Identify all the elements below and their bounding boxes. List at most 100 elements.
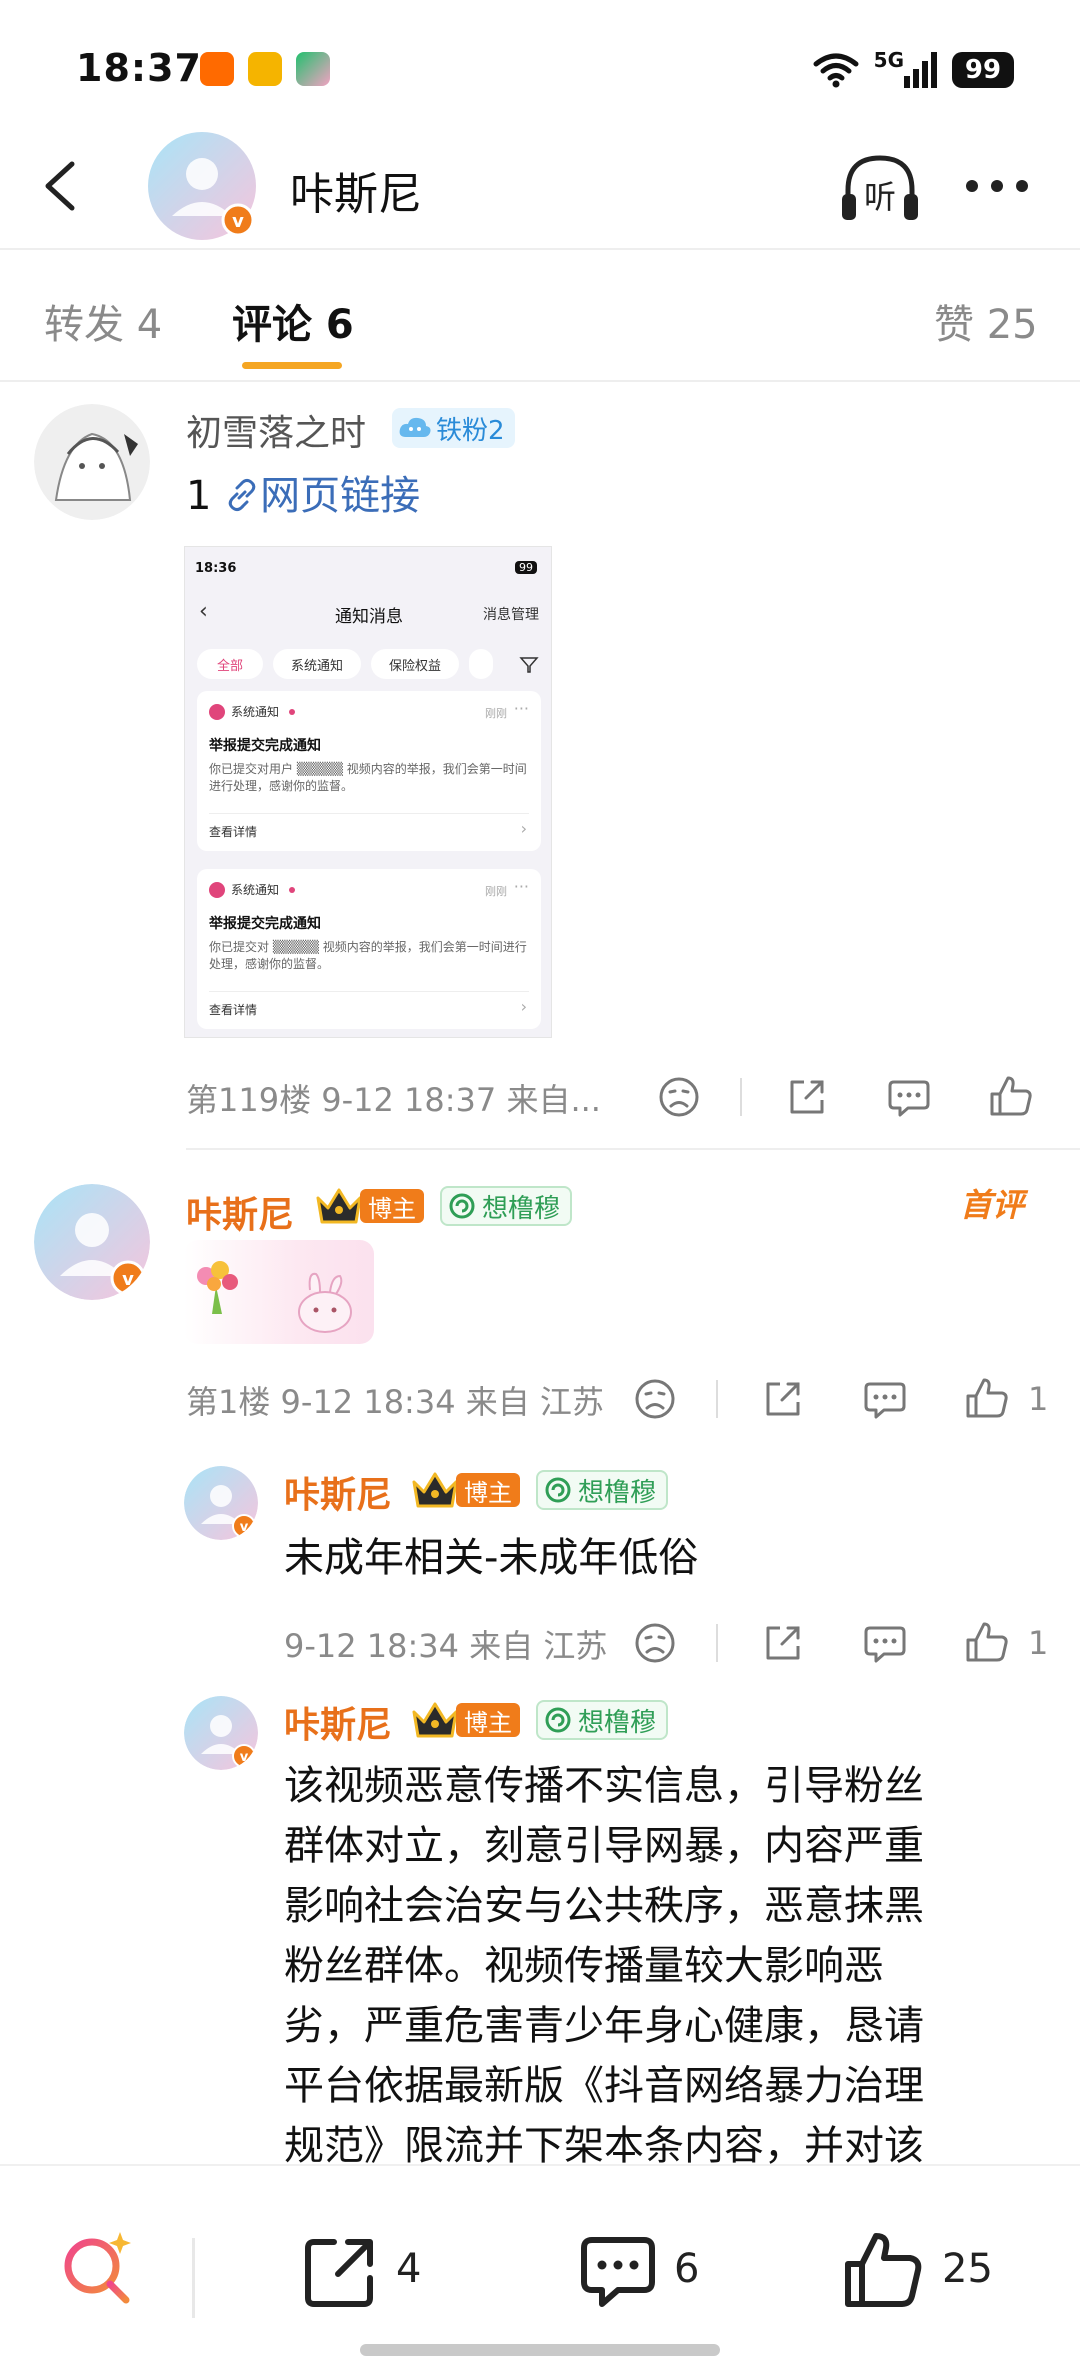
attached-screenshot[interactable]: 18:36 99 ‹ 通知消息 消息管理 全部 系统通知 保险权益 系统通知 刚… <box>184 546 552 1038</box>
like-count: 1 <box>1028 1380 1049 1418</box>
fan-level-badge[interactable]: 铁粉2 <box>392 408 515 448</box>
header: v 咔斯尼 听 <box>0 130 1080 250</box>
reply-text-line: 该视频恶意传播不实信息，引导粉丝 <box>284 1763 924 1809</box>
comment-username[interactable]: 初雪落之时 <box>186 404 366 456</box>
crown-icon <box>412 1472 458 1508</box>
commenter-avatar[interactable] <box>34 404 150 520</box>
mood-badge[interactable]: 想橹穆 <box>536 1700 669 1740</box>
ai-search-icon[interactable] <box>56 2226 140 2310</box>
status-time: 18:37 <box>76 46 202 90</box>
listen-label: 听 <box>864 178 896 216</box>
svg-text:v: v <box>122 1269 134 1290</box>
reply-meta: 9-12 18:34 来自 江苏 <box>284 1627 608 1665</box>
host-tag-label: 博主 <box>456 1703 520 1737</box>
thumbs-up-icon[interactable] <box>962 1374 1012 1424</box>
svg-text:v: v <box>232 211 244 232</box>
thumb-chip: 保险权益 <box>371 649 459 679</box>
forward-count: 4 <box>396 2246 422 2292</box>
web-link[interactable]: 网页链接 <box>224 473 420 519</box>
share-icon[interactable] <box>782 1072 832 1122</box>
flower-sticker <box>184 1240 374 1344</box>
tab-likes[interactable]: 赞 25 <box>934 292 1038 350</box>
dislike-face-icon[interactable] <box>630 1374 680 1424</box>
thumb-card: 系统通知 刚刚 ··· 举报提交完成通知 你已提交对用户 ▒▒▒▒▒ 视频内容的… <box>197 691 541 851</box>
reply-username[interactable]: 咔斯尼 <box>284 1466 392 1518</box>
reply-username[interactable]: 咔斯尼 <box>284 1696 392 1748</box>
share-icon[interactable] <box>758 1618 808 1668</box>
thumb-manage: 消息管理 <box>483 607 539 623</box>
thumb-chevron-icon: › <box>520 819 527 838</box>
comment-icon[interactable] <box>578 2232 658 2312</box>
lollipop-icon <box>545 1707 571 1733</box>
thumb-card-more-icon: ··· <box>513 699 529 718</box>
thumbs-up-icon[interactable] <box>962 1618 1012 1668</box>
lollipop-icon <box>449 1193 475 1219</box>
host-badge: 博主 <box>410 1470 520 1510</box>
bouquet-icon <box>197 1261 238 1314</box>
active-tab-indicator <box>242 362 342 369</box>
comment-text-prefix: 1 <box>186 473 225 519</box>
svg-text:v: v <box>240 1750 249 1765</box>
comment-meta: 第119楼 9-12 18:37 来自... <box>186 1081 601 1119</box>
header-avatar[interactable]: v <box>148 132 256 240</box>
thumb-card-head: 系统通知 <box>209 703 296 720</box>
more-options-icon[interactable] <box>962 166 1032 206</box>
reply-avatar[interactable]: v <box>184 1466 258 1540</box>
dislike-face-icon[interactable] <box>630 1618 680 1668</box>
thumb-chip-more <box>469 649 493 679</box>
reply-text: 该视频恶意传播不实信息，引导粉丝 群体对立，刻意引导网暴，内容严重 影响社会治安… <box>284 1756 1024 2176</box>
mood-label: 想橹穆 <box>482 1193 561 1224</box>
battery-indicator: 99 <box>952 52 1014 88</box>
reply-text-line: 影响社会治安与公共秩序，恶意抹黑 <box>284 1883 924 1929</box>
blogger-avatar[interactable]: v <box>34 1184 150 1300</box>
thumb-card-body: 你已提交对用户 ▒▒▒▒▒ 视频内容的举报，我们会第一时间进行处理，感谢你的监督… <box>209 762 527 793</box>
forward-icon[interactable] <box>300 2232 380 2312</box>
action-divider <box>740 1078 742 1116</box>
thumb-card-head-label: 系统通知 <box>231 883 280 897</box>
mood-badge[interactable]: 想橹穆 <box>440 1186 573 1226</box>
comment-text: 1 网页链接 <box>186 466 420 526</box>
reply-bubble-icon[interactable] <box>860 1374 910 1424</box>
thumb-card-title: 举报提交完成通知 <box>209 916 321 932</box>
comment-count: 6 <box>674 2246 700 2292</box>
home-indicator[interactable] <box>360 2344 720 2356</box>
reply-bubble-icon[interactable] <box>884 1072 934 1122</box>
mood-label: 想橹穆 <box>578 1477 657 1508</box>
thumb-card-tag: 刚刚 <box>485 885 507 898</box>
thumb-card-more-icon: ··· <box>513 877 529 896</box>
tab-forwards[interactable]: 转发 4 <box>44 292 162 350</box>
thumb-unread-dot <box>289 886 296 893</box>
thumb-card-title: 举报提交完成通知 <box>209 738 321 754</box>
listen-headphone-icon[interactable]: 听 <box>838 150 922 226</box>
network-label: 5G <box>873 48 904 72</box>
reply-bubble-icon[interactable] <box>860 1618 910 1668</box>
like-count: 1 <box>1028 1624 1049 1662</box>
reply-text-line: 劣，严重危害青少年身心健康，恳请 <box>284 2003 924 2049</box>
thumb-battery: 99 <box>515 561 537 574</box>
status-indicators: 5G 99 <box>812 48 1014 92</box>
cell-signal-icon <box>904 52 937 88</box>
mood-badge[interactable]: 想橹穆 <box>536 1470 669 1510</box>
dislike-face-icon[interactable] <box>654 1072 704 1122</box>
like-icon[interactable] <box>842 2230 926 2310</box>
reply-text: 未成年相关-未成年低俗 <box>284 1535 699 1581</box>
thumb-notify-icon <box>209 703 225 720</box>
reply-avatar[interactable]: v <box>184 1696 258 1770</box>
thumb-chevron-icon: › <box>520 997 527 1016</box>
thumb-card-detail: 查看详情 <box>209 1003 258 1017</box>
lollipop-icon <box>545 1477 571 1503</box>
thumb-filter-icon <box>519 657 539 673</box>
status-bar: 18:37 5G 99 <box>0 0 1080 130</box>
first-review-badge: 首评 <box>960 1186 1025 1224</box>
cloud-icon <box>399 417 431 437</box>
back-arrow-icon[interactable] <box>34 156 94 216</box>
share-icon[interactable] <box>758 1374 808 1424</box>
thumb-notify-icon <box>209 881 225 898</box>
host-badge: 博主 <box>410 1700 520 1740</box>
thumb-chip: 系统通知 <box>273 649 361 679</box>
thumb-card-tag: 刚刚 <box>485 707 507 720</box>
thumbs-up-icon[interactable] <box>986 1072 1036 1122</box>
comment-username[interactable]: 咔斯尼 <box>186 1186 294 1238</box>
tab-comments[interactable]: 评论 6 <box>232 292 354 350</box>
host-badge: 博主 <box>314 1186 424 1226</box>
